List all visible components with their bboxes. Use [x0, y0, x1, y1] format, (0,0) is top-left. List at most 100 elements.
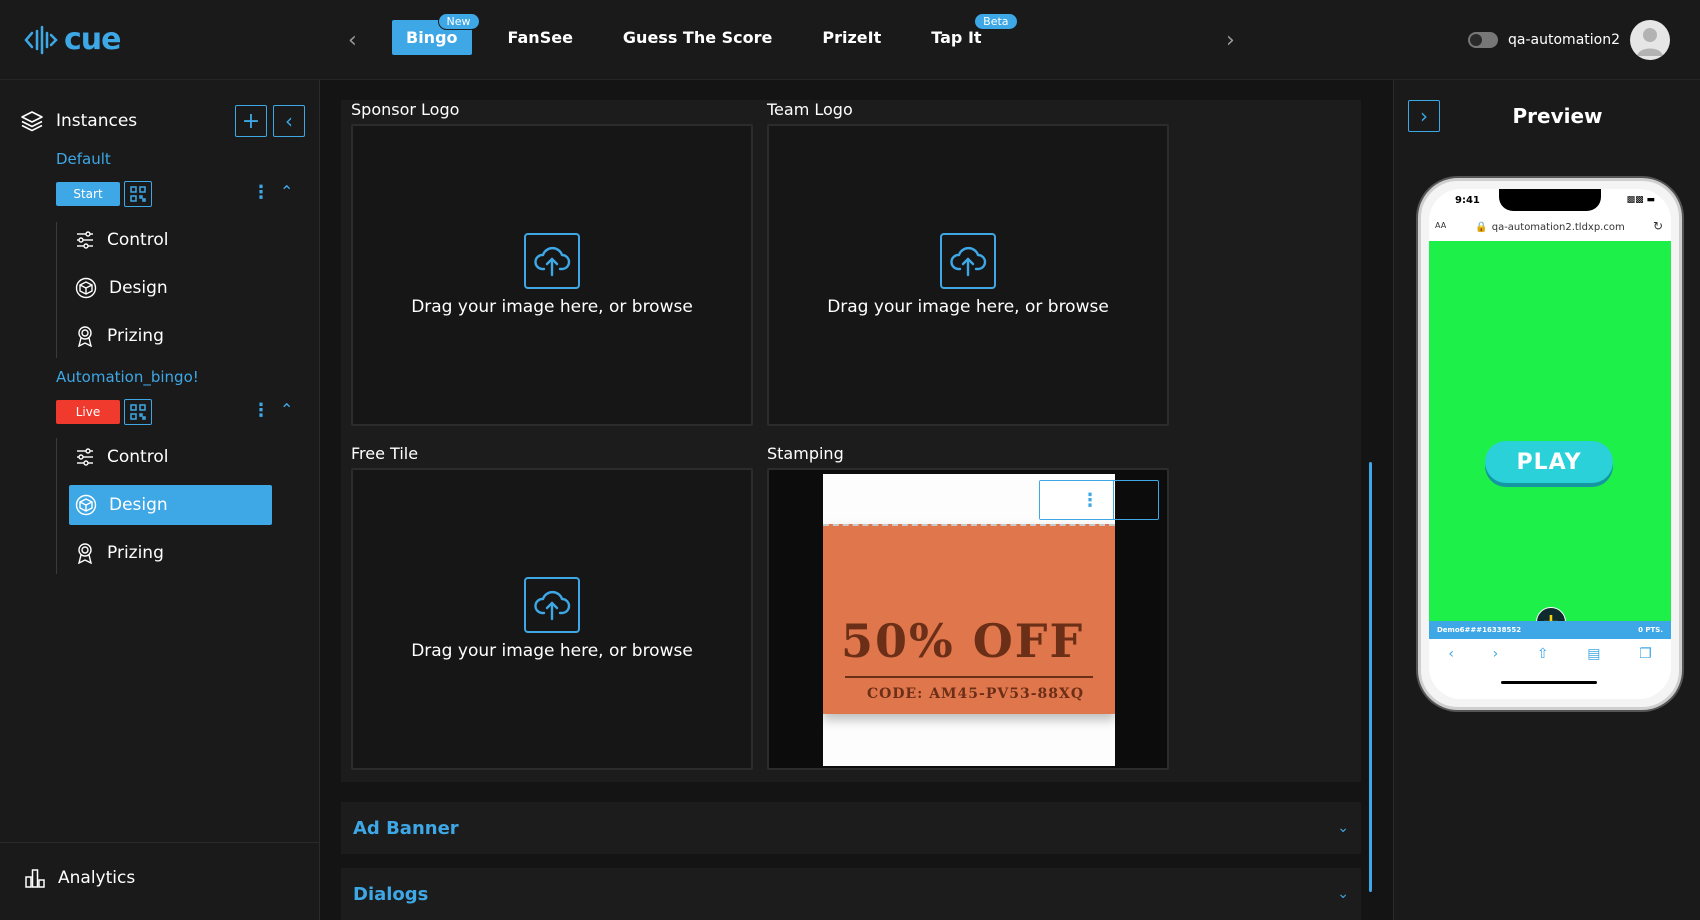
- sidebar-item-label: Design: [109, 495, 168, 515]
- sidebar-item-design[interactable]: Design: [69, 268, 272, 308]
- tab-guess-the-score[interactable]: Guess The Score: [609, 20, 786, 55]
- accordion-title: Dialogs: [353, 883, 429, 905]
- tab-label: Guess The Score: [622, 28, 773, 47]
- collapse-instance-icon[interactable]: ⌃: [280, 182, 293, 201]
- cube-icon: [75, 494, 97, 516]
- accordion-title: Ad Banner: [353, 817, 459, 839]
- tree-line: [56, 438, 57, 574]
- sidebar-item-prizing[interactable]: Prizing: [69, 316, 272, 356]
- plus-icon: +: [241, 108, 261, 134]
- user-icon: [1637, 28, 1663, 56]
- signal-battery-icon: ▩▩ ▬: [1626, 195, 1655, 205]
- sidebar-item-prizing[interactable]: Prizing: [69, 533, 272, 573]
- tabs-icon: ❐: [1639, 646, 1652, 662]
- username: qa-automation2: [1508, 32, 1620, 48]
- sidebar-item-label: Control: [107, 447, 169, 467]
- tab-label: Bingo: [406, 28, 458, 47]
- browser-toolbar: ‹ › ⇧ ▤ ❐: [1429, 639, 1671, 669]
- tab-label: Tap It: [931, 28, 982, 47]
- instances-title: Instances: [56, 111, 138, 131]
- back-icon: ‹: [1448, 646, 1454, 662]
- free-tile-dropzone[interactable]: Drag your image here, or browse: [351, 468, 753, 770]
- stamping-dropzone[interactable]: 50% OFF CODE: AM45-PV53-88XQ ⋮: [767, 468, 1169, 770]
- image-options-icon[interactable]: ⋮: [1040, 481, 1114, 519]
- dropzone-prompt: Drag your image here, or browse: [827, 297, 1109, 317]
- coupon-headline: 50% OFF: [841, 614, 1085, 668]
- team-logo-label: Team Logo: [767, 100, 853, 119]
- tree-line: [56, 222, 57, 358]
- instance-options-icon[interactable]: ⋮: [252, 182, 270, 203]
- cue-logo[interactable]: cue: [24, 22, 121, 57]
- instance-options-icon[interactable]: ⋮: [252, 400, 270, 421]
- sidebar-footer: Analytics: [0, 842, 320, 920]
- design-editor: Sponsor Logo Drag your image here, or br…: [321, 80, 1393, 920]
- waveform-icon: [24, 25, 58, 54]
- sidebar-item-design-active[interactable]: Design: [69, 485, 272, 525]
- instance-name-automation-bingo[interactable]: Automation_bingo!: [56, 368, 199, 386]
- sidebar-item-label: Design: [109, 278, 168, 298]
- start-button[interactable]: Start: [56, 182, 120, 206]
- sponsor-logo-dropzone[interactable]: Drag your image here, or browse: [351, 124, 753, 426]
- tab-label: FanSee: [507, 28, 573, 47]
- qr-code-button[interactable]: [124, 399, 152, 425]
- beta-badge: Beta: [974, 13, 1018, 30]
- tab-prizeit[interactable]: PrizeIt: [808, 20, 895, 55]
- phone-time: 9:41: [1455, 195, 1480, 206]
- ad-banner-accordion[interactable]: Ad Banner ⌄: [341, 802, 1361, 854]
- sidebar-item-label: Prizing: [107, 326, 164, 346]
- upload-icon: [524, 233, 580, 289]
- add-instance-button[interactable]: +: [235, 105, 267, 137]
- collapse-instance-icon[interactable]: ⌃: [280, 400, 293, 419]
- theme-toggle[interactable]: [1468, 32, 1499, 48]
- sidebar-item-control[interactable]: Control: [69, 437, 272, 477]
- phone-url-bar: 🔒 qa-automation2.tldxp.com: [1429, 215, 1671, 239]
- scrollbar[interactable]: [1369, 462, 1372, 892]
- dropzone-prompt: Drag your image here, or browse: [411, 297, 693, 317]
- play-button[interactable]: PLAY: [1485, 441, 1613, 483]
- tab-tap-it[interactable]: Tap It Beta: [917, 13, 1018, 55]
- forward-icon: ›: [1492, 646, 1499, 662]
- cube-icon: [75, 277, 97, 299]
- bar-chart-icon: [25, 869, 45, 888]
- qr-code-button[interactable]: [124, 181, 152, 207]
- images-panel: Sponsor Logo Drag your image here, or br…: [341, 100, 1361, 782]
- tabs-prev-arrow-icon[interactable]: ‹: [348, 28, 357, 53]
- dialogs-accordion[interactable]: Dialogs ⌄: [341, 868, 1361, 920]
- tab-label: PrizeIt: [822, 28, 882, 47]
- share-icon: ⇧: [1536, 646, 1549, 662]
- phone-frame: 9:41 ▩▩ ▬ AA 🔒 qa-automation2.tldxp.com …: [1418, 178, 1682, 710]
- tabs-next-arrow-icon[interactable]: ›: [1226, 28, 1235, 53]
- game-canvas: PLAY +: [1429, 241, 1671, 637]
- live-button[interactable]: Live: [56, 400, 120, 424]
- free-tile-label: Free Tile: [351, 444, 419, 463]
- sliders-icon: [77, 448, 93, 466]
- avatar[interactable]: [1630, 20, 1670, 60]
- top-bar: cue ‹ Bingo New FanSee Guess The Score P…: [0, 0, 1700, 80]
- new-badge: New: [437, 13, 480, 30]
- tab-bingo[interactable]: Bingo New: [392, 13, 480, 55]
- qr-code-icon: [130, 186, 146, 202]
- tab-fansee[interactable]: FanSee: [494, 20, 587, 55]
- chevron-left-icon: ‹: [285, 109, 293, 133]
- logo-text: cue: [64, 22, 121, 57]
- upload-icon: [524, 577, 580, 633]
- collapse-sidebar-button[interactable]: ‹: [273, 105, 305, 137]
- image-options-menu[interactable]: ⋮: [1039, 480, 1159, 520]
- user-menu[interactable]: qa-automation2: [1468, 20, 1670, 60]
- chevron-down-icon: ⌄: [1337, 820, 1349, 836]
- analytics-link[interactable]: Analytics: [24, 867, 135, 889]
- dropzone-prompt: Drag your image here, or browse: [411, 641, 693, 661]
- preview-panel: › Preview 9:41 ▩▩ ▬ AA 🔒 qa-automation2.…: [1393, 80, 1700, 920]
- sliders-icon: [77, 231, 93, 249]
- analytics-label: Analytics: [58, 868, 136, 888]
- phone-screen: 9:41 ▩▩ ▬ AA 🔒 qa-automation2.tldxp.com …: [1429, 189, 1671, 699]
- stamping-label: Stamping: [767, 444, 844, 463]
- phone-notch: [1499, 189, 1601, 211]
- game-tabs: Bingo New FanSee Guess The Score PrizeIt…: [392, 13, 1018, 55]
- instance-name-default[interactable]: Default: [56, 150, 111, 168]
- chevron-down-icon: ⌄: [1337, 886, 1349, 902]
- sponsor-logo-label: Sponsor Logo: [351, 100, 460, 119]
- team-logo-dropzone[interactable]: Drag your image here, or browse: [767, 124, 1169, 426]
- reload-icon: ↻: [1652, 219, 1663, 233]
- sidebar-item-control[interactable]: Control: [69, 220, 272, 260]
